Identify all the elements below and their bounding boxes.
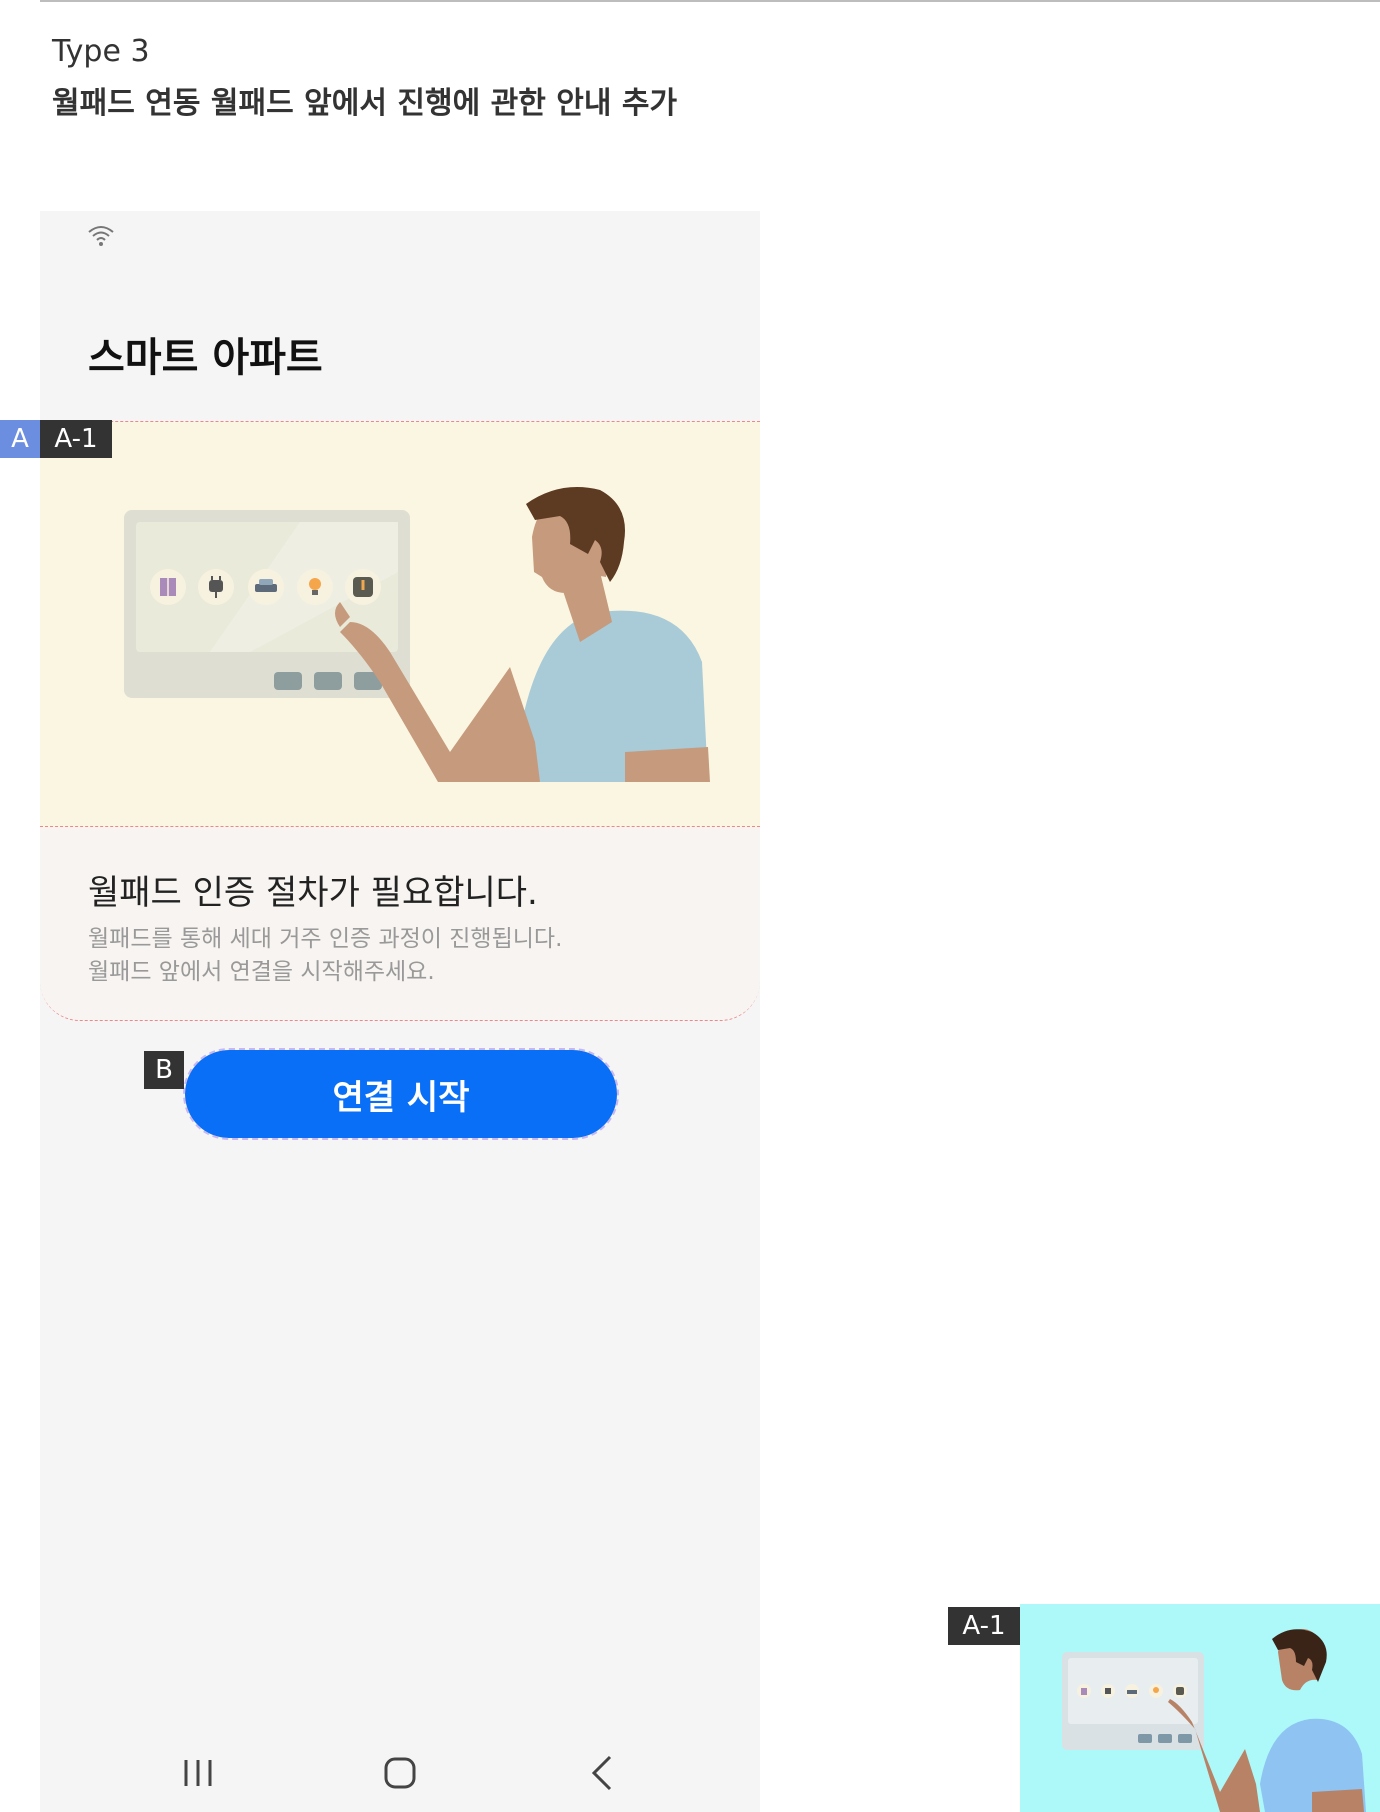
annotation-tag-a1: A-1 [40, 420, 112, 458]
annotation-tag-a: A [0, 420, 40, 458]
thumbnail-man-wallpad-illustration [1062, 1629, 1366, 1812]
elevator-icon [150, 569, 186, 605]
start-connection-button[interactable]: 연결 시작 [183, 1048, 619, 1140]
wifi-icon [88, 226, 114, 246]
home-icon[interactable] [378, 1751, 422, 1795]
doc-description: 월패드 연동 월패드 앞에서 진행에 관한 안내 추가 [52, 86, 678, 121]
man-touching-wallpad-illustration [124, 487, 710, 782]
thermometer-icon [345, 569, 381, 605]
wallpad-guide-card: 월패드 인증 절차가 필요합니다. 월패드를 통해 세대 거주 인증 과정이 진… [40, 421, 760, 1021]
wallpad-illustration [40, 422, 760, 827]
doc-type-label: Type 3 [52, 34, 150, 69]
card-body-line-1: 월패드를 통해 세대 거주 인증 과정이 진행됩니다. [88, 926, 563, 952]
bulb-icon [297, 569, 333, 605]
annotation-tag-a1-thumb: A-1 [948, 1607, 1020, 1645]
back-icon[interactable] [580, 1751, 624, 1795]
annotation-tag-b: B [144, 1051, 184, 1089]
top-divider [40, 0, 1380, 2]
plug-icon [198, 569, 234, 605]
card-text-area: 월패드 인증 절차가 필요합니다. 월패드를 통해 세대 거주 인증 과정이 진… [40, 827, 760, 1020]
card-body: 월패드를 통해 세대 거주 인증 과정이 진행됩니다. 월패드 앞에서 연결을 … [88, 923, 562, 989]
system-nav-bar [40, 1741, 760, 1807]
recents-icon[interactable] [176, 1751, 220, 1795]
phone-screen: 스마트 아파트 월패드 인증 절차가 필요합니다. 월패드를 통해 세대 거주 … [40, 211, 760, 1812]
card-heading: 월패드 인증 절차가 필요합니다. [88, 873, 538, 913]
illustration-thumbnail [1020, 1604, 1380, 1812]
card-body-line-2: 월패드 앞에서 연결을 시작해주세요. [88, 959, 435, 985]
car-icon [248, 569, 284, 605]
app-title: 스마트 아파트 [88, 335, 323, 381]
